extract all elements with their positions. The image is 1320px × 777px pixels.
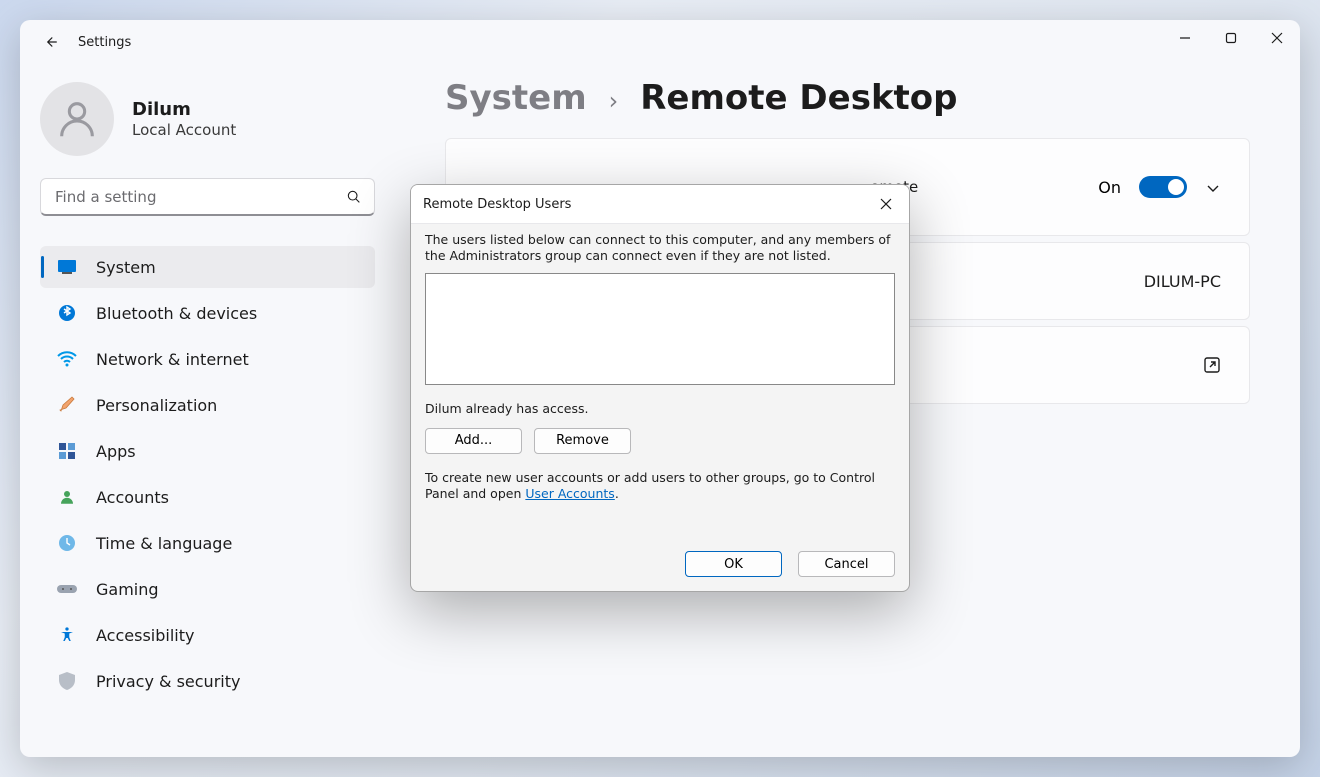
- cancel-button[interactable]: Cancel: [798, 551, 895, 577]
- gaming-icon: [56, 578, 78, 600]
- maximize-button[interactable]: [1208, 20, 1254, 56]
- search-icon: [346, 189, 362, 205]
- search-box[interactable]: [40, 178, 375, 216]
- sidebar-item-label: Gaming: [96, 580, 159, 599]
- maximize-icon: [1225, 32, 1237, 44]
- dialog-footer: To create new user accounts or add users…: [425, 470, 895, 503]
- profile-block[interactable]: Dilum Local Account: [40, 82, 375, 156]
- user-accounts-link[interactable]: User Accounts: [525, 486, 614, 501]
- user-icon: [54, 96, 100, 142]
- sidebar-item-label: Accounts: [96, 488, 169, 507]
- bluetooth-icon: [56, 302, 78, 324]
- remote-desktop-toggle[interactable]: [1139, 176, 1187, 198]
- minimize-button[interactable]: [1162, 20, 1208, 56]
- expand-button[interactable]: [1205, 178, 1221, 197]
- chevron-right-icon: ›: [609, 87, 619, 115]
- sidebar-item-personalization[interactable]: Personalization: [40, 384, 375, 426]
- accounts-icon: [56, 486, 78, 508]
- sidebar-item-time[interactable]: Time & language: [40, 522, 375, 564]
- remote-desktop-users-dialog: Remote Desktop Users The users listed be…: [410, 184, 910, 592]
- shield-icon: [56, 670, 78, 692]
- sidebar-item-label: Apps: [96, 442, 136, 461]
- system-icon: [56, 256, 78, 278]
- wifi-icon: [56, 348, 78, 370]
- sidebar-item-system[interactable]: System: [40, 246, 375, 288]
- window-titlebar: Settings: [20, 20, 1300, 64]
- dialog-titlebar: Remote Desktop Users: [411, 185, 909, 224]
- sidebar-item-label: Privacy & security: [96, 672, 240, 691]
- sidebar-item-label: Network & internet: [96, 350, 249, 369]
- dialog-close-button[interactable]: [863, 185, 909, 224]
- remove-button[interactable]: Remove: [534, 428, 631, 454]
- sidebar-item-privacy[interactable]: Privacy & security: [40, 660, 375, 702]
- footer-prefix: To create new user accounts or add users…: [425, 470, 875, 501]
- sidebar-item-label: Accessibility: [96, 626, 194, 645]
- sidebar-item-label: Bluetooth & devices: [96, 304, 257, 323]
- breadcrumb-parent[interactable]: System: [445, 78, 587, 118]
- profile-name: Dilum: [132, 99, 236, 121]
- add-button[interactable]: Add...: [425, 428, 522, 454]
- paint-icon: [56, 394, 78, 416]
- app-title: Settings: [78, 35, 131, 50]
- sidebar-item-gaming[interactable]: Gaming: [40, 568, 375, 610]
- sidebar: Dilum Local Account System Bluetooth & d…: [20, 64, 395, 757]
- window-controls: [1162, 20, 1300, 56]
- sidebar-item-apps[interactable]: Apps: [40, 430, 375, 472]
- search-input[interactable]: [53, 187, 346, 207]
- clock-icon: [56, 532, 78, 554]
- close-button[interactable]: [1254, 20, 1300, 56]
- toggle-state-text: On: [1098, 178, 1121, 197]
- sidebar-item-label: Time & language: [96, 534, 232, 553]
- page-title: Remote Desktop: [640, 78, 957, 118]
- sidebar-item-accounts[interactable]: Accounts: [40, 476, 375, 518]
- minimize-icon: [1179, 32, 1191, 44]
- pc-name-value: DILUM-PC: [1144, 272, 1221, 291]
- back-button[interactable]: [32, 24, 68, 60]
- sidebar-item-network[interactable]: Network & internet: [40, 338, 375, 380]
- sidebar-item-accessibility[interactable]: Accessibility: [40, 614, 375, 656]
- chevron-down-icon: [1205, 180, 1221, 196]
- open-link-icon: [1203, 356, 1221, 374]
- footer-suffix: .: [615, 486, 619, 501]
- avatar: [40, 82, 114, 156]
- sidebar-item-bluetooth[interactable]: Bluetooth & devices: [40, 292, 375, 334]
- access-note: Dilum already has access.: [425, 401, 895, 416]
- ok-button[interactable]: OK: [685, 551, 782, 577]
- user-listbox[interactable]: [425, 273, 895, 385]
- accessibility-icon: [56, 624, 78, 646]
- dialog-title: Remote Desktop Users: [423, 197, 571, 212]
- profile-account-type: Local Account: [132, 121, 236, 139]
- dialog-description: The users listed below can connect to th…: [425, 232, 895, 265]
- close-icon: [1271, 32, 1283, 44]
- sidebar-item-label: System: [96, 258, 156, 277]
- apps-icon: [56, 440, 78, 462]
- sidebar-item-label: Personalization: [96, 396, 217, 415]
- close-icon: [880, 198, 892, 210]
- breadcrumb: System › Remote Desktop: [445, 78, 1250, 118]
